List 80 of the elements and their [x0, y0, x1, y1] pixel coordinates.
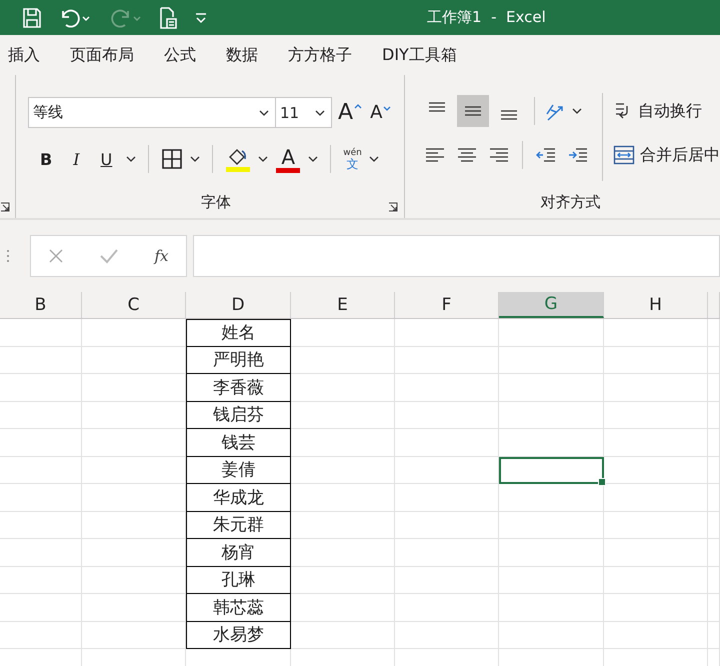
- group-label: 字体: [201, 193, 231, 212]
- group-label: 对齐方式: [540, 193, 600, 212]
- grid-cell: [708, 484, 720, 512]
- table-cell: 华成龙: [186, 484, 291, 512]
- font-style-button[interactable]: I: [66, 150, 87, 168]
- caret-icon[interactable]: [258, 156, 268, 162]
- insert-function-button[interactable]: fx: [154, 247, 168, 265]
- dialog-launcher-icon[interactable]: [388, 202, 398, 212]
- column-header[interactable]: H: [604, 292, 708, 318]
- table-cell: 姓名: [186, 319, 291, 346]
- column-header[interactable]: B: [0, 292, 82, 318]
- font-name-dropdown[interactable]: 等线: [28, 97, 276, 128]
- caret-icon[interactable]: [315, 110, 325, 116]
- table-cell: 水易梦: [186, 622, 291, 649]
- caret-icon[interactable]: [368, 156, 379, 162]
- font-size-dropdown[interactable]: 11: [276, 97, 332, 128]
- phonetic-guide-button[interactable]: wén 文: [343, 148, 362, 170]
- caret-icon[interactable]: [572, 108, 582, 114]
- vertical-align-button[interactable]: [457, 95, 489, 127]
- grid-cell: [708, 456, 720, 484]
- column-header[interactable]: G: [499, 292, 604, 318]
- save-icon[interactable]: [22, 6, 42, 28]
- borders-icon[interactable]: [161, 148, 184, 170]
- horizontal-align-icon[interactable]: [488, 146, 510, 164]
- increase-indent-icon[interactable]: [567, 146, 589, 164]
- grid-cell: [708, 374, 720, 402]
- dialog-launcher-icon[interactable]: [0, 202, 10, 212]
- caret-down-icon: [383, 106, 392, 111]
- ribbon-tab[interactable]: 插入: [8, 44, 40, 66]
- ribbon-tab[interactable]: 方方格子: [288, 44, 352, 66]
- ribbon-tab[interactable]: DIY工具箱: [382, 44, 457, 66]
- grid-cell: [708, 539, 720, 566]
- check-icon[interactable]: [99, 248, 120, 264]
- document-icon[interactable]: [158, 6, 178, 30]
- table-cell: 孔琳: [186, 566, 291, 594]
- caret-icon[interactable]: [308, 156, 318, 162]
- grid-cell: [708, 346, 720, 374]
- ribbon-tab[interactable]: 数据: [226, 44, 258, 66]
- grid-cell: [708, 594, 720, 622]
- font-color-button[interactable]: A: [275, 146, 302, 172]
- table-cell: 韩芯蕊: [186, 594, 291, 622]
- merge-center-button[interactable]: 合并后居中: [613, 133, 720, 177]
- ribbon-tab[interactable]: 公式: [164, 44, 196, 66]
- grid-cell: [708, 512, 720, 539]
- grid-cell: [708, 402, 720, 429]
- active-cell[interactable]: [499, 456, 604, 484]
- caret-icon[interactable]: [259, 110, 269, 116]
- redo-icon: [108, 6, 142, 28]
- table-cell: 严明艳: [186, 346, 291, 374]
- table-cell: 钱启芬: [186, 402, 291, 429]
- grip-icon: [6, 248, 10, 264]
- customize-icon[interactable]: [194, 10, 208, 24]
- font-style-button[interactable]: B: [33, 150, 60, 168]
- column-header[interactable]: D: [186, 292, 291, 318]
- wrap-text-button[interactable]: 自动换行: [613, 89, 720, 133]
- fill-handle[interactable]: [598, 478, 606, 486]
- window-title: 工作簿1 - Excel: [427, 8, 546, 27]
- caret-icon[interactable]: [190, 156, 200, 162]
- ribbon-tab[interactable]: 页面布局: [70, 44, 134, 66]
- table-cell: 杨宵: [186, 539, 291, 566]
- shrink-font-button[interactable]: A: [366, 102, 396, 123]
- merge-cells-icon: [613, 144, 635, 166]
- horizontal-align-icon[interactable]: [456, 146, 478, 164]
- grid-cell: [708, 622, 720, 649]
- grow-font-button[interactable]: A: [334, 100, 366, 125]
- formula-input[interactable]: [193, 235, 720, 277]
- grid-cell: [708, 566, 720, 594]
- caret-up-icon: [354, 104, 362, 109]
- grid-cell: [708, 429, 720, 456]
- grid-cell: [708, 319, 720, 346]
- caret-icon[interactable]: [126, 156, 136, 162]
- column-header[interactable]: C: [82, 292, 186, 318]
- column-header[interactable]: E: [291, 292, 395, 318]
- decrease-indent-icon[interactable]: [535, 146, 557, 164]
- table-cell: 钱芸: [186, 429, 291, 456]
- table-cell: 李香薇: [186, 374, 291, 402]
- horizontal-align-icon[interactable]: [424, 146, 446, 164]
- table-cell: 朱元群: [186, 512, 291, 539]
- font-style-button[interactable]: U: [94, 150, 120, 168]
- table-cell: 姜倩: [186, 456, 291, 484]
